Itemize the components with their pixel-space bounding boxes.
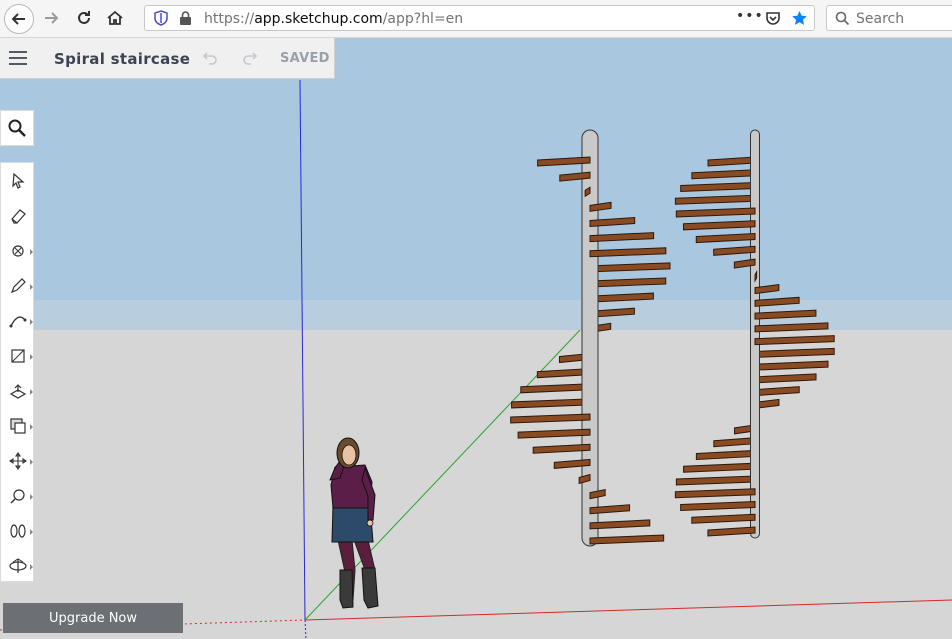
paint-bucket-icon (11, 244, 24, 257)
select-icon (11, 172, 25, 189)
search-tool-button[interactable] (0, 110, 34, 146)
arrow-left-icon (11, 13, 25, 25)
url-text[interactable]: https://app.sketchup.com/app?hl=en (204, 11, 463, 27)
upgrade-now-button[interactable]: Upgrade Now (3, 603, 183, 633)
flyout-indicator (30, 424, 33, 430)
orbit-icon (8, 557, 27, 573)
hamburger-menu-icon[interactable] (9, 51, 27, 65)
orbit-tool[interactable] (1, 548, 34, 583)
lock-icon[interactable] (179, 11, 192, 26)
eraser-tool[interactable] (1, 198, 34, 233)
magnifier-icon (8, 119, 26, 137)
pocket-icon[interactable] (765, 11, 781, 27)
undo-icon[interactable] (203, 51, 217, 65)
home-icon (107, 10, 123, 25)
push-pull-icon (9, 383, 26, 399)
tape-measure-tool[interactable] (1, 478, 34, 513)
scene-canvas[interactable] (0, 38, 952, 639)
walk-tool[interactable] (1, 513, 34, 548)
arc-tool[interactable] (1, 303, 34, 338)
back-button[interactable] (4, 4, 34, 34)
offset-icon (9, 417, 26, 434)
arrow-right-icon (45, 12, 59, 24)
bookmark-star-icon[interactable] (791, 10, 808, 27)
page-actions-menu[interactable]: ••• (736, 8, 764, 24)
flyout-indicator (30, 354, 33, 360)
tracking-shield-icon[interactable] (153, 10, 169, 26)
flyout-indicator (30, 389, 33, 395)
sky (0, 38, 952, 330)
app-header: Spiral staircase SAVED (0, 38, 335, 79)
rectangle-tool[interactable] (1, 338, 34, 373)
pencil-tool[interactable] (1, 268, 34, 303)
flyout-indicator (30, 494, 33, 500)
browser-toolbar: https://app.sketchup.com/app?hl=en ••• S… (0, 0, 952, 38)
tape-measure-icon (10, 488, 25, 503)
arc-icon (9, 315, 26, 327)
redo-icon[interactable] (243, 51, 257, 65)
flyout-indicator (30, 319, 33, 325)
reload-icon (78, 11, 90, 24)
flyout-indicator (30, 459, 33, 465)
save-status: SAVED (280, 51, 330, 66)
reload-button[interactable] (71, 5, 97, 31)
move-icon (8, 451, 27, 470)
push-pull-tool[interactable] (1, 373, 34, 408)
flyout-indicator (30, 529, 33, 535)
flyout-indicator (30, 249, 33, 255)
move-tool[interactable] (1, 443, 34, 478)
eraser-icon (10, 208, 26, 224)
model-viewport[interactable] (0, 38, 952, 639)
rectangle-icon (10, 348, 25, 363)
offset-tool[interactable] (1, 408, 34, 443)
flyout-indicator (30, 284, 33, 290)
forward-button[interactable] (38, 5, 64, 31)
browser-search-box[interactable]: Search (826, 5, 952, 31)
center-pole (750, 129, 760, 539)
search-icon (835, 11, 850, 26)
select-tool[interactable] (1, 163, 34, 198)
tool-palette (0, 162, 34, 582)
paint-bucket-tool[interactable] (1, 233, 34, 268)
walk-icon (9, 523, 26, 538)
flyout-indicator (30, 564, 33, 570)
model-title[interactable]: Spiral staircase (54, 50, 190, 68)
search-placeholder: Search (856, 11, 905, 27)
url-bar[interactable]: https://app.sketchup.com/app?hl=en ••• (144, 5, 815, 31)
pencil-icon (10, 277, 26, 293)
home-button[interactable] (102, 5, 128, 31)
